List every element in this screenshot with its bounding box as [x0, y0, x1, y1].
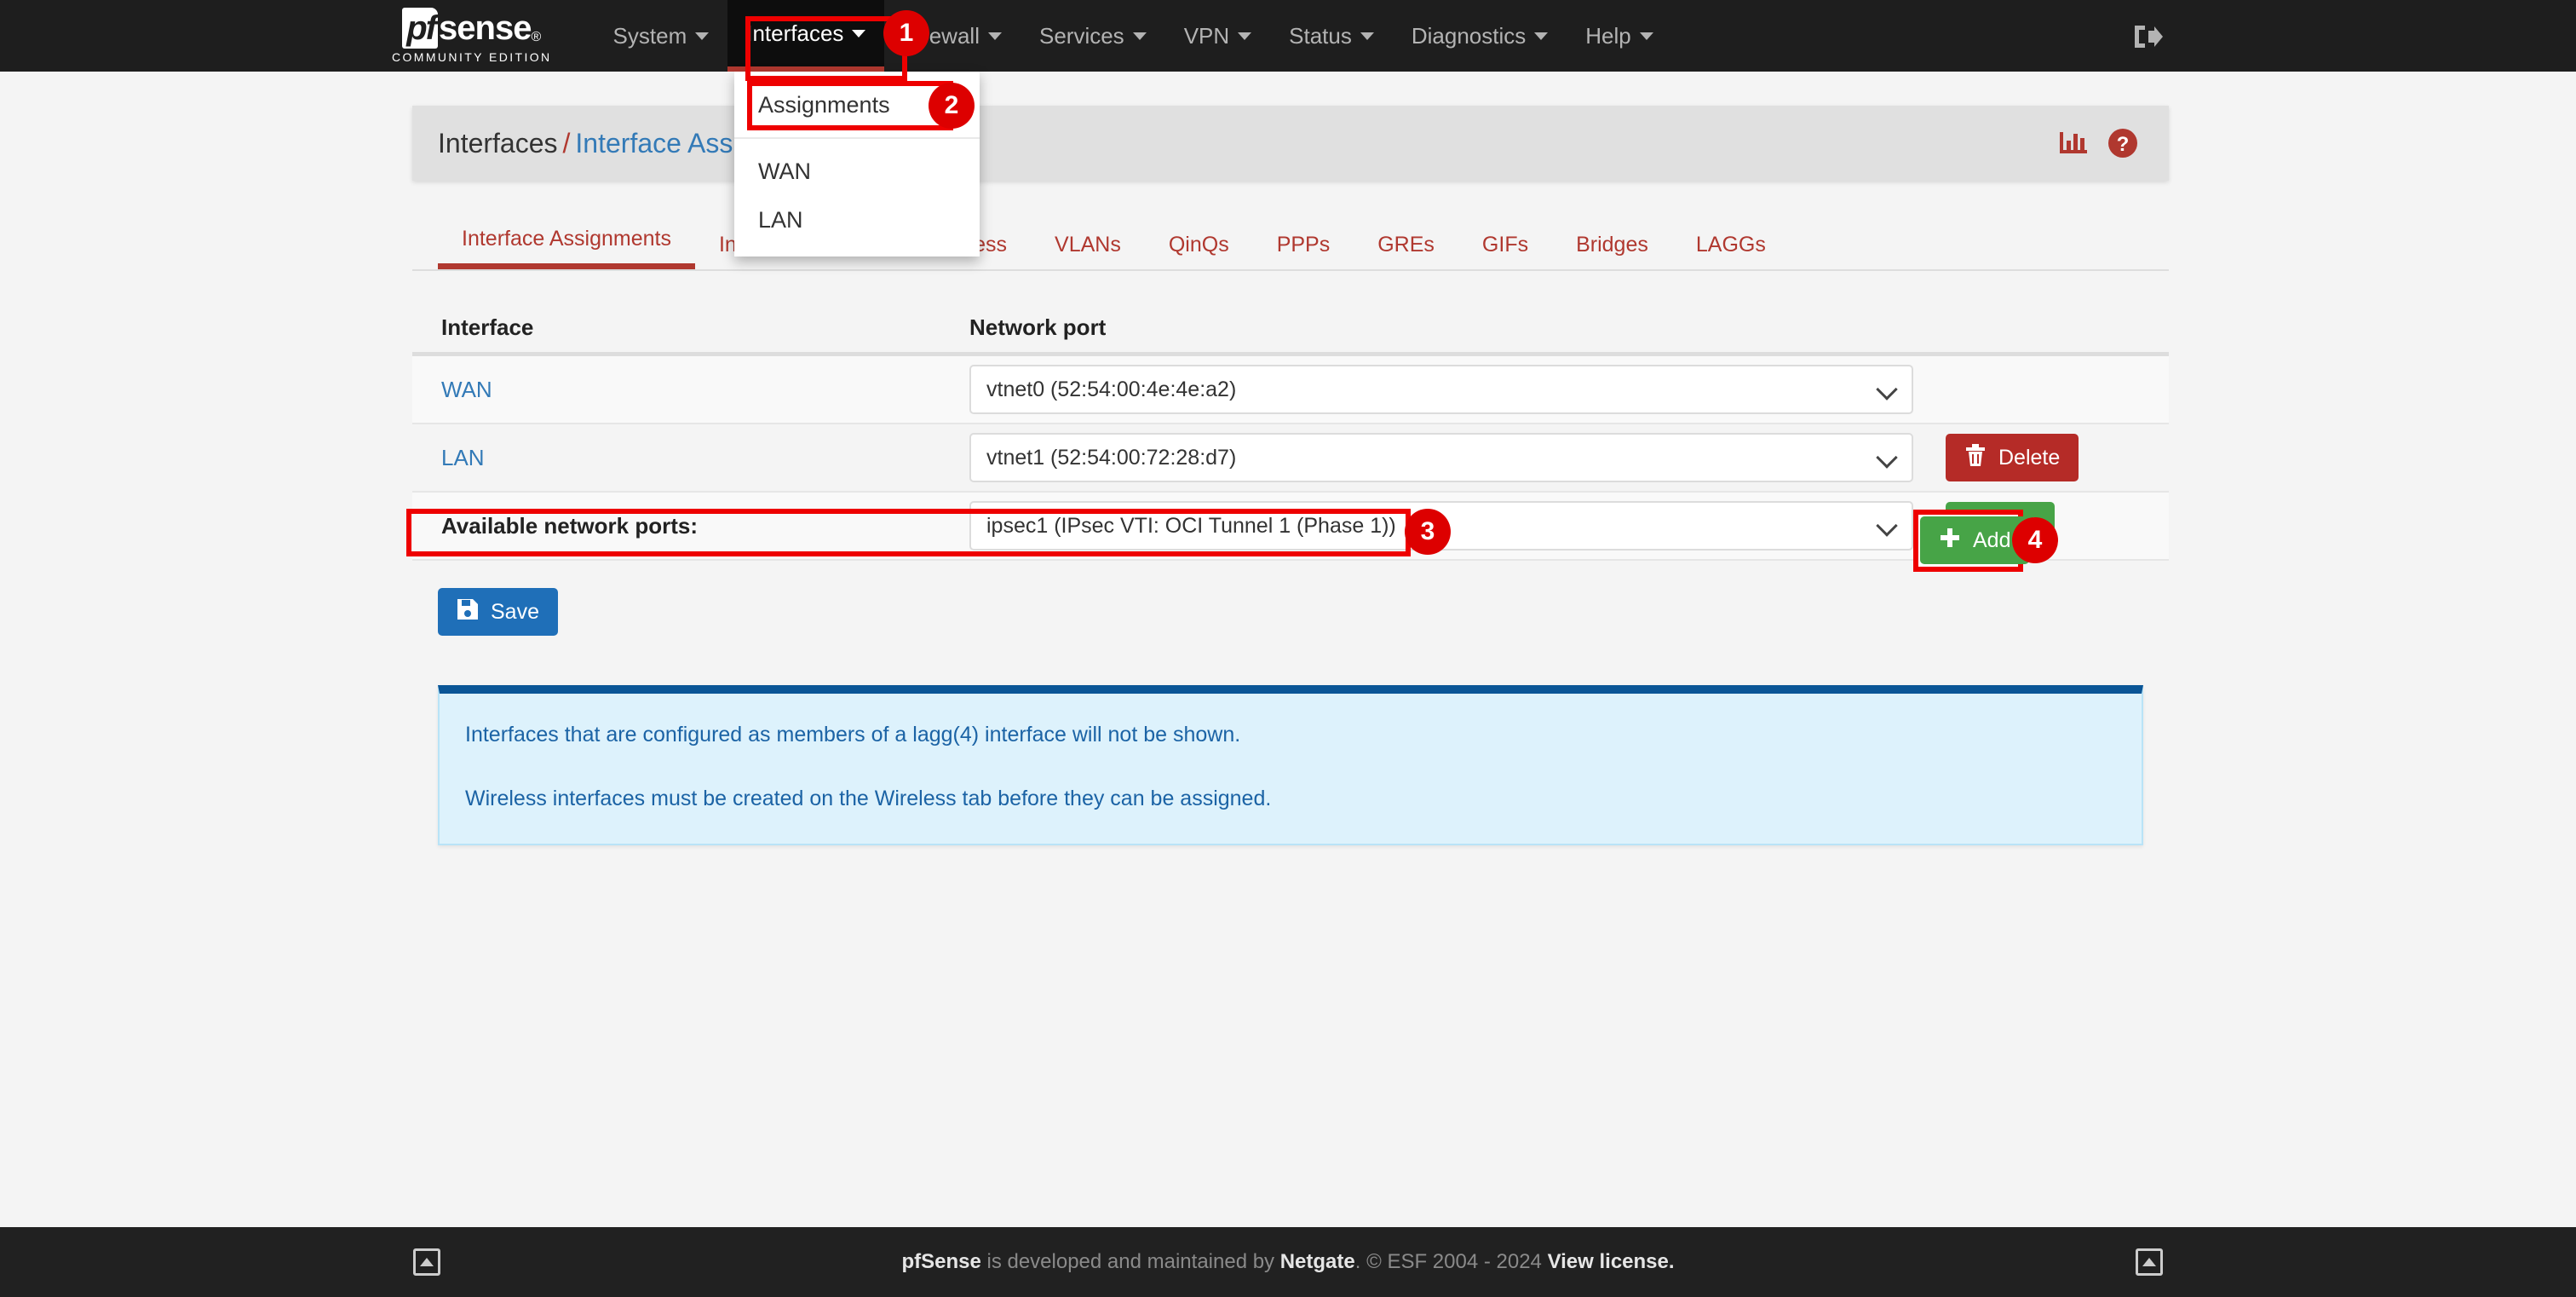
nav-label-diagnostics: Diagnostics [1411, 22, 1527, 49]
add-button-overlay-label: Add [1973, 527, 2011, 552]
nav-item-diagnostics[interactable]: Diagnostics [1393, 0, 1567, 72]
network-port-select-wan[interactable]: vtnet0 (52:54:00:4e:4e:a2) [969, 365, 1913, 414]
save-button[interactable]: Save [438, 588, 558, 636]
tab-interface-assignments[interactable]: Interface Assignments [438, 227, 695, 269]
available-ports-row: Available network ports: ipsec1 (IPsec V… [412, 493, 2169, 561]
chevron-down-icon [1639, 32, 1653, 40]
footer-scroll-top-right-button[interactable] [2136, 1248, 2163, 1276]
save-button-label: Save [491, 599, 539, 624]
network-port-select-lan[interactable]: vtnet1 (52:54:00:72:28:d7) [969, 433, 1913, 482]
page-header: Interfaces / Interface Assignments ? [412, 106, 2169, 181]
chevron-down-icon [852, 29, 866, 37]
interface-link-wan[interactable]: WAN [441, 377, 969, 403]
help-icon[interactable]: ? [2107, 128, 2138, 159]
chevron-down-icon [1876, 515, 1898, 537]
info-message-2: Wireless interfaces must be created on t… [465, 787, 1272, 810]
tab-laggs[interactable]: LAGGs [1672, 233, 1790, 269]
nav-items: System Interfaces Firewall Services VPN … [595, 0, 1672, 72]
tab-bridges[interactable]: Bridges [1552, 233, 1672, 269]
footer-scroll-top-left-button[interactable] [413, 1248, 440, 1276]
header-icon-group: ? [2058, 128, 2138, 159]
logo-sense-text: sense [439, 9, 532, 47]
nav-item-system[interactable]: System [595, 0, 728, 72]
nav-label-status: Status [1289, 22, 1352, 49]
annotation-badge-1: 1 [883, 10, 929, 56]
trash-icon [1964, 443, 1987, 473]
triangle-up-icon [2142, 1258, 2156, 1266]
logo-subtitle: COMMUNITY EDITION [392, 50, 552, 64]
brand-logo-row: pf sense ® [402, 8, 541, 49]
delete-button-label: Delete [1998, 445, 2061, 470]
available-ports-value: ipsec1 (IPsec VTI: OCI Tunnel 1 (Phase 1… [986, 513, 1396, 538]
annotation-badge-4: 4 [2012, 517, 2058, 563]
dropdown-item-lan[interactable]: LAN [734, 196, 980, 245]
footer-license-link[interactable]: View license. [1548, 1250, 1675, 1273]
nav-item-services[interactable]: Services [1021, 0, 1165, 72]
top-navbar: pf sense ® COMMUNITY EDITION System Inte… [0, 0, 2576, 72]
stats-icon[interactable] [2058, 129, 2089, 158]
nav-label-help: Help [1585, 22, 1631, 49]
table-header-row: Interface Network port [412, 303, 2169, 356]
dropdown-item-wan[interactable]: WAN [734, 147, 980, 196]
footer-brand: pfSense [901, 1250, 981, 1273]
tab-qinqs[interactable]: QinQs [1145, 233, 1253, 269]
info-panel: Interfaces that are configured as member… [438, 685, 2143, 845]
column-header-interface: Interface [441, 314, 534, 340]
annotation-badge-2: 2 [929, 83, 975, 129]
dropdown-divider [734, 137, 980, 139]
nav-item-status[interactable]: Status [1270, 0, 1393, 72]
svg-text:?: ? [2117, 133, 2130, 156]
delete-button[interactable]: Delete [1946, 434, 2079, 481]
nav-item-help[interactable]: Help [1567, 0, 1671, 72]
page-container: Interfaces / Interface Assignments ? Int… [412, 72, 2169, 845]
footer-text-1: is developed and maintained by [980, 1250, 1280, 1273]
triangle-up-icon [420, 1258, 434, 1266]
tab-gres[interactable]: GREs [1354, 233, 1458, 269]
tab-bar: Interface Assignments Interface Groups W… [412, 218, 2169, 271]
chevron-down-icon [1876, 447, 1898, 469]
interface-link-lan[interactable]: LAN [441, 445, 969, 471]
page-footer: pfSense is developed and maintained by N… [0, 1227, 2576, 1297]
breadcrumb-separator: / [562, 127, 571, 159]
nav-item-vpn[interactable]: VPN [1165, 0, 1270, 72]
nav-item-interfaces[interactable]: Interfaces [727, 0, 885, 72]
tab-ppps[interactable]: PPPs [1253, 233, 1354, 269]
chevron-down-icon [1238, 32, 1252, 40]
pfsense-logo[interactable]: pf sense ® COMMUNITY EDITION [392, 8, 552, 64]
nav-label-interfaces: Interfaces [746, 20, 844, 46]
info-message-1: Interfaces that are configured as member… [465, 723, 1241, 746]
save-disk-icon [457, 598, 479, 626]
table-row: LAN vtnet1 (52:54:00:72:28:d7) Delete [412, 424, 2169, 493]
logo-pf-text: pf [402, 8, 439, 49]
interface-assignment-table: Interface Network port WAN vtnet0 (52:54… [412, 303, 2169, 561]
network-port-value-lan: vtnet1 (52:54:00:72:28:d7) [986, 445, 1237, 470]
plus-icon [1939, 527, 1961, 555]
nav-label-system: System [612, 22, 687, 49]
table-row: WAN vtnet0 (52:54:00:4e:4e:a2) [412, 356, 2169, 424]
nav-label-services: Services [1038, 22, 1124, 49]
column-header-network-port: Network port [969, 314, 1107, 340]
available-ports-label: Available network ports: [441, 512, 698, 539]
chevron-down-icon [1534, 32, 1549, 40]
annotation-badge-3: 3 [1405, 509, 1451, 555]
footer-company[interactable]: Netgate [1280, 1250, 1355, 1273]
dropdown-item-assignments-overlay[interactable]: Assignments [758, 85, 890, 125]
chevron-down-icon [1360, 32, 1374, 40]
logo-registered-mark: ® [531, 30, 542, 44]
chevron-down-icon [1876, 378, 1898, 401]
network-port-value-wan: vtnet0 (52:54:00:4e:4e:a2) [986, 377, 1237, 401]
logout-icon[interactable] [2131, 22, 2165, 51]
footer-text: pfSense is developed and maintained by N… [901, 1250, 1674, 1274]
footer-text-2: . © ESF 2004 - 2024 [1354, 1250, 1548, 1273]
tab-vlans[interactable]: VLANs [1031, 233, 1145, 269]
tab-gifs[interactable]: GIFs [1458, 233, 1552, 269]
nav-label-vpn: VPN [1183, 22, 1230, 49]
chevron-down-icon [695, 32, 710, 40]
breadcrumb-root: Interfaces [438, 127, 558, 159]
chevron-down-icon [987, 32, 1002, 40]
chevron-down-icon [1132, 32, 1147, 40]
